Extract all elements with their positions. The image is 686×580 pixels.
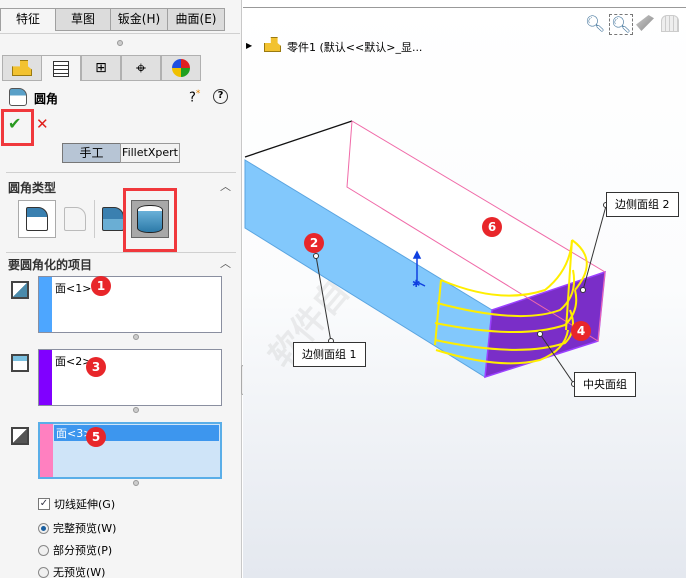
resize-handle[interactable] bbox=[133, 480, 139, 486]
radio-label: 部分预览(P) bbox=[53, 544, 113, 557]
annotation-badge: 2 bbox=[304, 233, 324, 253]
face-fillet-icon bbox=[101, 207, 124, 231]
svg-text:✱: ✱ bbox=[412, 279, 420, 290]
side-face-set-2-icon bbox=[11, 427, 29, 445]
collapse-handle[interactable] bbox=[117, 40, 123, 46]
tab-sketch[interactable]: 草图 bbox=[55, 8, 111, 31]
whats-new-help-icon[interactable]: ?* bbox=[189, 89, 200, 105]
annotation-badge: 3 bbox=[86, 357, 106, 377]
callout-side-face-set-1[interactable]: 边侧面组 1 bbox=[293, 342, 366, 367]
model-viewport[interactable]: 软件自学网 ✱ bbox=[243, 0, 686, 578]
checkbox-label: 切线延伸(G) bbox=[54, 498, 116, 511]
side-face-set-1-icon bbox=[11, 281, 29, 299]
feature-manager-icon bbox=[12, 60, 32, 76]
feature-manager-tab[interactable] bbox=[2, 55, 42, 81]
graphics-area[interactable]: 🔍︎ 🔍︎ ▶ 零件1 (默认<<默认>_显... 软件自学网 ✱ 边侧面组 1… bbox=[243, 0, 686, 578]
annotation-badge: 5 bbox=[86, 427, 106, 447]
fillet-feature-icon bbox=[9, 88, 27, 106]
filletxpert-mode-button[interactable]: FilletXpert bbox=[120, 143, 180, 163]
list-item[interactable]: 面<1> bbox=[55, 280, 91, 296]
property-manager-tab[interactable] bbox=[41, 55, 81, 81]
property-manager-panel: 特征 草图 钣金(H) 曲面(E) ⊞ ⌖ 圆角 ?* ? ✔ ✕ 手工 Fil… bbox=[0, 0, 242, 579]
callout-side-face-set-2[interactable]: 边侧面组 2 bbox=[606, 192, 679, 217]
tab-features[interactable]: 特征 bbox=[0, 8, 56, 31]
constant-fillet-icon bbox=[26, 207, 48, 231]
variable-fillet-icon bbox=[64, 207, 86, 231]
annotation-badge: 6 bbox=[482, 217, 502, 237]
side-face-set-1-list[interactable]: 面<1> bbox=[38, 276, 222, 333]
variable-size-fillet-button[interactable] bbox=[57, 200, 93, 238]
tab-surfaces[interactable]: 曲面(E) bbox=[167, 8, 225, 31]
items-heading: 要圆角化的项目 bbox=[8, 258, 93, 272]
property-manager-icon bbox=[53, 60, 69, 77]
feature-title: 圆角 bbox=[34, 92, 59, 106]
highlight-box bbox=[1, 109, 34, 146]
divider bbox=[0, 33, 240, 34]
constant-size-fillet-button[interactable] bbox=[18, 200, 56, 238]
resize-handle[interactable] bbox=[133, 334, 139, 340]
highlight-box bbox=[123, 188, 177, 252]
divider bbox=[6, 252, 236, 253]
annotation-badge: 1 bbox=[91, 276, 111, 296]
help-icon[interactable]: ? bbox=[213, 89, 228, 104]
annotation-badge: 4 bbox=[571, 321, 591, 341]
display-manager-icon bbox=[172, 59, 190, 77]
tab-sheet-metal[interactable]: 钣金(H) bbox=[110, 8, 168, 31]
configuration-manager-tab[interactable]: ⊞ bbox=[81, 55, 121, 81]
manual-mode-button[interactable]: 手工 bbox=[62, 143, 121, 163]
radio-label: 完整预览(W) bbox=[53, 522, 117, 535]
cancel-button[interactable]: ✕ bbox=[36, 115, 49, 133]
configuration-manager-icon: ⊞ bbox=[95, 60, 107, 76]
display-manager-tab[interactable] bbox=[161, 55, 201, 81]
fillet-type-heading: 圆角类型 bbox=[8, 181, 57, 195]
full-preview-radio[interactable]: 完整预览(W) bbox=[38, 520, 116, 536]
color-swatch bbox=[39, 350, 52, 405]
callout-center-face-set[interactable]: 中央面组 bbox=[574, 372, 636, 397]
chevron-up-icon[interactable]: ︿ bbox=[220, 178, 231, 194]
dimxpert-tab[interactable]: ⌖ bbox=[121, 55, 161, 81]
resize-handle[interactable] bbox=[133, 407, 139, 413]
color-swatch bbox=[39, 277, 52, 332]
partial-preview-radio[interactable]: 部分预览(P) bbox=[38, 542, 112, 558]
radio-icon[interactable] bbox=[38, 566, 49, 578]
list-item-selected[interactable]: 面<3> bbox=[54, 425, 219, 441]
chevron-up-icon[interactable]: ︿ bbox=[220, 255, 231, 271]
divider bbox=[6, 172, 236, 173]
side-face-set-2-list[interactable]: 面<3> bbox=[38, 422, 222, 479]
radio-icon[interactable] bbox=[38, 544, 49, 556]
color-swatch bbox=[40, 424, 53, 477]
dimxpert-icon: ⌖ bbox=[135, 57, 147, 79]
center-face-set-icon bbox=[11, 354, 29, 372]
checkbox-icon[interactable]: ✓ bbox=[38, 498, 50, 510]
tangent-propagation-checkbox[interactable]: ✓ 切线延伸(G) bbox=[38, 496, 115, 512]
center-face-set-list[interactable]: 面<2> bbox=[38, 349, 222, 406]
radio-icon[interactable] bbox=[38, 522, 49, 534]
